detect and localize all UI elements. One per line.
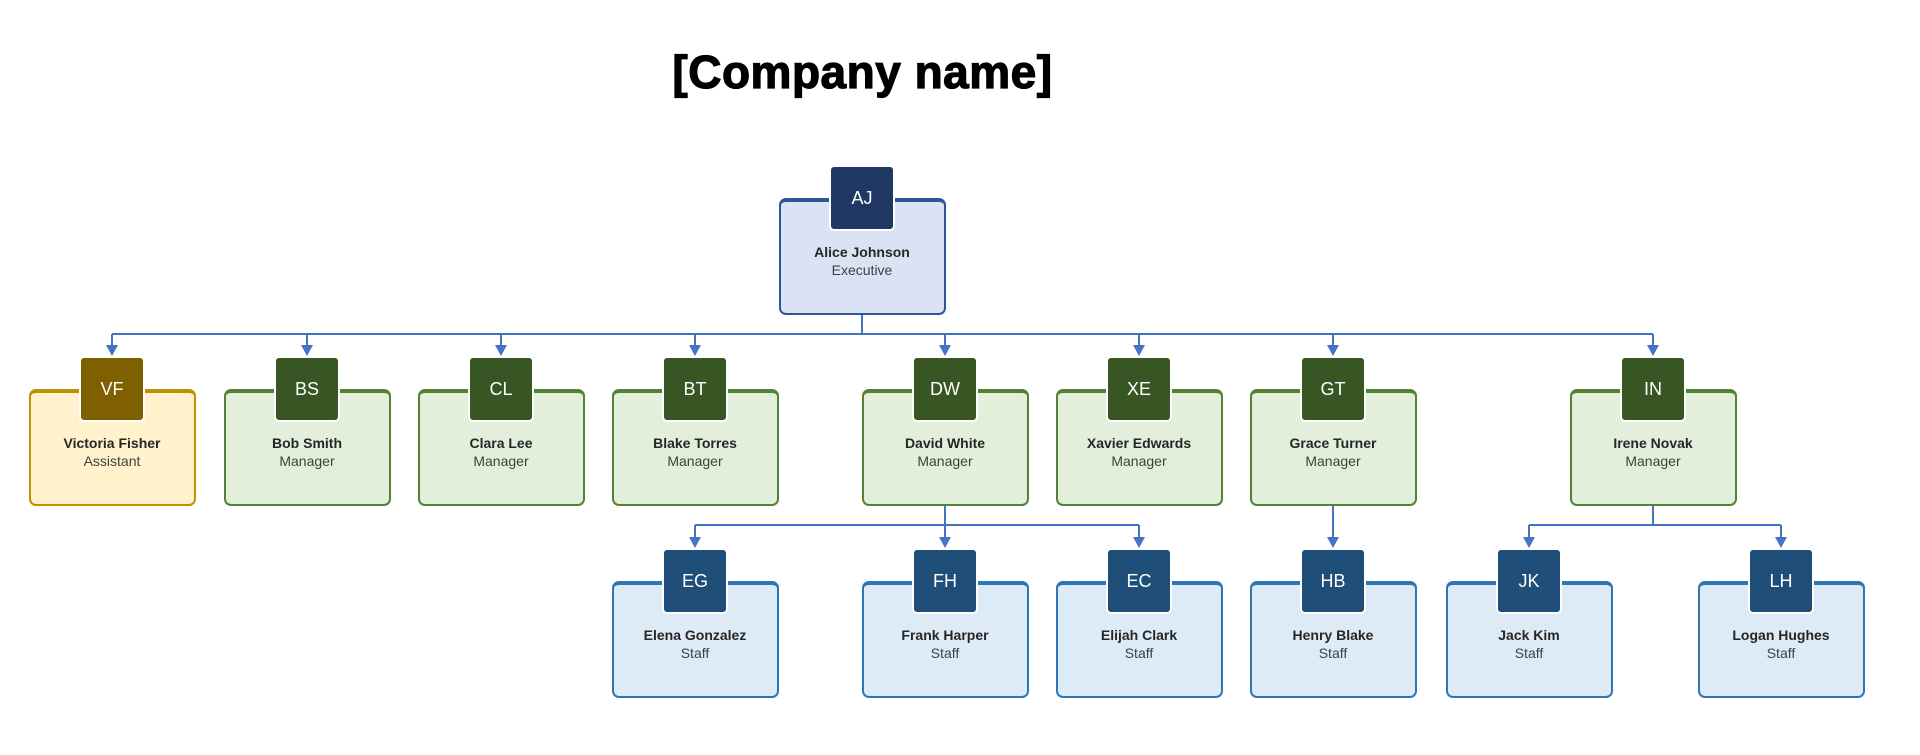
person-name: Elijah Clark — [1100, 627, 1178, 643]
arrowhead-icon — [1327, 537, 1339, 548]
person-role: Executive — [831, 262, 893, 278]
person-name: Frank Harper — [901, 627, 989, 643]
person-name: Clara Lee — [469, 435, 533, 451]
org-node-jk[interactable]: JK Jack Kim Staff — [1445, 548, 1613, 698]
avatar-initials-icon: GT — [1300, 356, 1366, 422]
org-node-vf[interactable]: VF Victoria Fisher Assistant — [28, 356, 196, 506]
person-role: Manager — [279, 453, 335, 469]
person-role: Staff — [930, 645, 960, 661]
avatar-initials-icon: BT — [662, 356, 728, 422]
person-name: Alice Johnson — [814, 244, 910, 260]
avatar-initials-icon: LH — [1748, 548, 1814, 614]
org-node-ec[interactable]: EC Elijah Clark Staff — [1055, 548, 1223, 698]
org-node-fh[interactable]: FH Frank Harper Staff — [861, 548, 1029, 698]
person-name: Henry Blake — [1292, 627, 1374, 643]
arrowhead-icon — [1133, 345, 1145, 356]
person-role: Staff — [1766, 645, 1796, 661]
person-role: Manager — [917, 453, 973, 469]
arrowhead-icon — [689, 537, 701, 548]
person-name: Jack Kim — [1498, 627, 1560, 643]
arrowhead-icon — [1327, 345, 1339, 356]
org-node-lh[interactable]: LH Logan Hughes Staff — [1697, 548, 1865, 698]
avatar-initials-icon: CL — [468, 356, 534, 422]
arrowhead-icon — [1523, 537, 1535, 548]
person-role: Assistant — [83, 453, 141, 469]
person-name: Logan Hughes — [1732, 627, 1830, 643]
avatar-initials-icon: DW — [912, 356, 978, 422]
person-role: Staff — [1124, 645, 1154, 661]
arrowhead-icon — [495, 345, 507, 356]
org-node-cl[interactable]: CL Clara Lee Manager — [417, 356, 585, 506]
person-role: Manager — [1305, 453, 1361, 469]
avatar-initials-icon: EG — [662, 548, 728, 614]
person-name: Bob Smith — [272, 435, 342, 451]
org-node-xe[interactable]: XE Xavier Edwards Manager — [1055, 356, 1223, 506]
person-role: Staff — [1318, 645, 1348, 661]
org-node-bs[interactable]: BS Bob Smith Manager — [223, 356, 391, 506]
person-name: Elena Gonzalez — [643, 627, 747, 643]
org-node-eg[interactable]: EG Elena Gonzalez Staff — [611, 548, 779, 698]
org-node-aj[interactable]: AJ Alice Johnson Executive — [778, 165, 946, 315]
arrowhead-icon — [1133, 537, 1145, 548]
person-role: Manager — [667, 453, 723, 469]
person-name: Grace Turner — [1289, 435, 1377, 451]
arrowhead-icon — [301, 345, 313, 356]
person-role: Staff — [1514, 645, 1544, 661]
arrowhead-icon — [939, 345, 951, 356]
arrowhead-icon — [106, 345, 118, 356]
arrowhead-icon — [939, 537, 951, 548]
person-name: Irene Novak — [1613, 435, 1693, 451]
person-role: Manager — [1111, 453, 1167, 469]
arrowhead-icon — [1775, 537, 1787, 548]
org-node-gt[interactable]: GT Grace Turner Manager — [1249, 356, 1417, 506]
avatar-initials-icon: AJ — [829, 165, 895, 231]
avatar-initials-icon: EC — [1106, 548, 1172, 614]
avatar-initials-icon: VF — [79, 356, 145, 422]
org-node-dw[interactable]: DW David White Manager — [861, 356, 1029, 506]
org-node-hb[interactable]: HB Henry Blake Staff — [1249, 548, 1417, 698]
arrowhead-icon — [689, 345, 701, 356]
avatar-initials-icon: XE — [1106, 356, 1172, 422]
person-name: David White — [904, 435, 986, 451]
person-name: Blake Torres — [653, 435, 737, 451]
person-name: Victoria Fisher — [63, 435, 161, 451]
avatar-initials-icon: HB — [1300, 548, 1366, 614]
person-name: Xavier Edwards — [1086, 435, 1192, 451]
avatar-initials-icon: FH — [912, 548, 978, 614]
person-role: Staff — [680, 645, 710, 661]
avatar-initials-icon: JK — [1496, 548, 1562, 614]
avatar-initials-icon: IN — [1620, 356, 1686, 422]
person-role: Manager — [473, 453, 529, 469]
org-node-bt[interactable]: BT Blake Torres Manager — [611, 356, 779, 506]
arrowhead-icon — [1647, 345, 1659, 356]
person-role: Manager — [1625, 453, 1681, 469]
org-node-in[interactable]: IN Irene Novak Manager — [1569, 356, 1737, 506]
avatar-initials-icon: BS — [274, 356, 340, 422]
